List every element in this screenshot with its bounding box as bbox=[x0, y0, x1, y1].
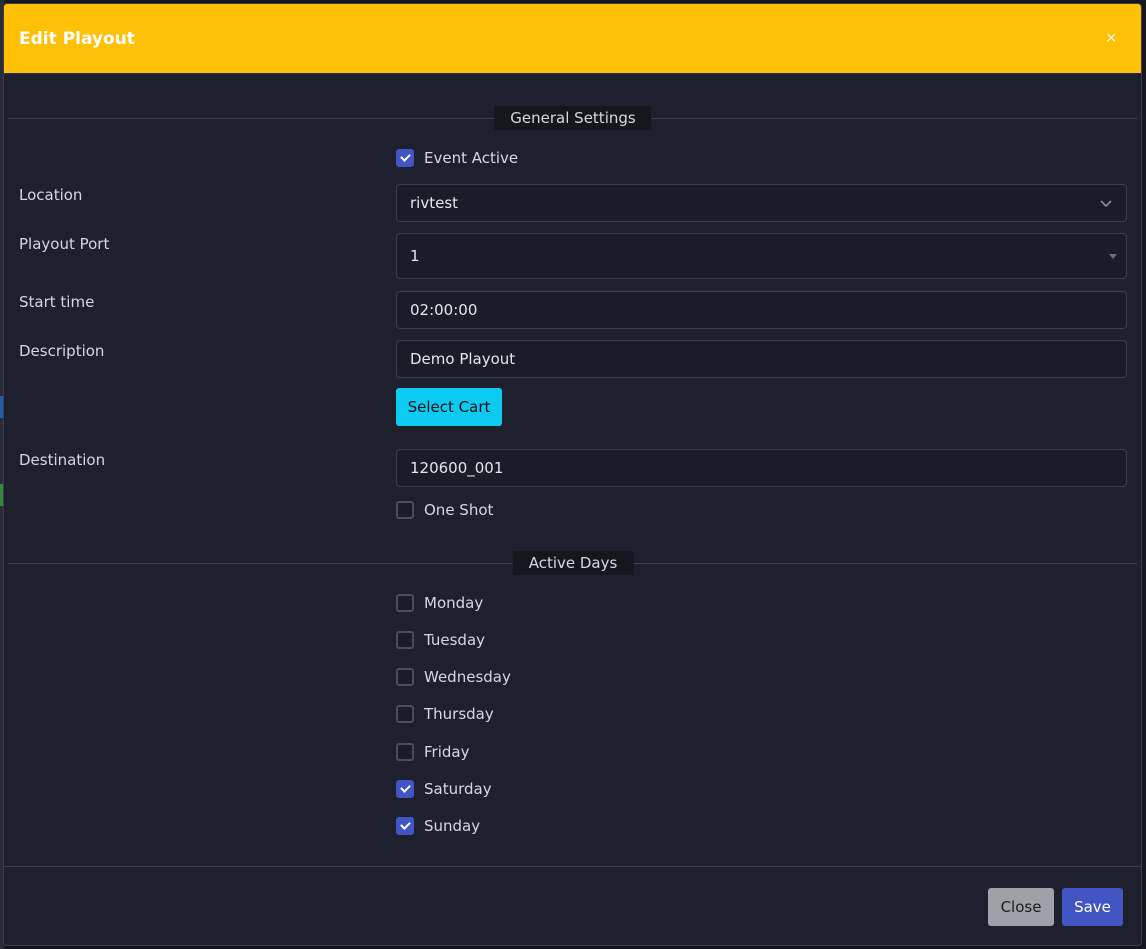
footer-divider bbox=[4, 866, 1141, 867]
day-checkbox[interactable] bbox=[396, 743, 414, 761]
day-row-monday[interactable]: Monday bbox=[396, 593, 483, 613]
day-label: Saturday bbox=[424, 780, 492, 798]
location-value: rivtest bbox=[410, 194, 459, 212]
location-select[interactable]: rivtest bbox=[396, 184, 1127, 222]
playout-port-label: Playout Port bbox=[19, 235, 110, 253]
day-label: Monday bbox=[424, 594, 484, 612]
general-settings-divider: General Settings bbox=[8, 106, 1137, 130]
day-label: Sunday bbox=[424, 817, 481, 835]
destination-label: Destination bbox=[19, 451, 106, 469]
save-button[interactable]: Save bbox=[1062, 888, 1123, 926]
modal-title: Edit Playout bbox=[19, 29, 135, 49]
day-checkbox[interactable] bbox=[396, 594, 414, 612]
destination-value: 120600_001 bbox=[410, 459, 504, 477]
close-button[interactable]: Close bbox=[988, 888, 1054, 926]
event-active-checkbox[interactable] bbox=[396, 149, 414, 167]
general-settings-legend: General Settings bbox=[494, 106, 652, 130]
edit-playout-modal: Edit Playout × General Settings Event Ac… bbox=[3, 3, 1142, 946]
start-time-label: Start time bbox=[19, 293, 95, 311]
location-label: Location bbox=[19, 186, 83, 204]
destination-input[interactable]: 120600_001 bbox=[396, 449, 1127, 487]
day-label: Friday bbox=[424, 743, 470, 761]
one-shot-label: One Shot bbox=[424, 501, 494, 519]
one-shot-row[interactable]: One Shot bbox=[396, 500, 493, 520]
description-label: Description bbox=[19, 342, 105, 360]
day-row-friday[interactable]: Friday bbox=[396, 742, 469, 762]
description-input[interactable]: Demo Playout bbox=[396, 340, 1127, 378]
playout-port-select[interactable]: 1 bbox=[396, 233, 1127, 279]
day-label: Thursday bbox=[424, 705, 494, 723]
caret-down-icon bbox=[1109, 253, 1117, 259]
day-checkbox[interactable] bbox=[396, 705, 414, 723]
chevron-down-icon bbox=[1100, 200, 1112, 208]
day-checkbox[interactable] bbox=[396, 631, 414, 649]
day-label: Tuesday bbox=[424, 631, 486, 649]
event-active-row[interactable]: Event Active bbox=[396, 148, 518, 168]
active-days-divider: Active Days bbox=[8, 551, 1137, 575]
start-time-value: 02:00:00 bbox=[410, 301, 478, 319]
day-row-wednesday[interactable]: Wednesday bbox=[396, 667, 511, 687]
day-row-saturday[interactable]: Saturday bbox=[396, 779, 492, 799]
day-row-thursday[interactable]: Thursday bbox=[396, 704, 494, 724]
description-value: Demo Playout bbox=[410, 350, 516, 368]
select-cart-button[interactable]: Select Cart bbox=[396, 388, 502, 426]
day-checkbox[interactable] bbox=[396, 668, 414, 686]
playout-port-value: 1 bbox=[410, 247, 420, 265]
one-shot-checkbox[interactable] bbox=[396, 501, 414, 519]
modal-header: Edit Playout × bbox=[4, 4, 1141, 74]
day-label: Wednesday bbox=[424, 668, 511, 686]
day-row-sunday[interactable]: Sunday bbox=[396, 816, 480, 836]
day-row-tuesday[interactable]: Tuesday bbox=[396, 630, 485, 650]
close-icon[interactable]: × bbox=[1105, 30, 1117, 46]
day-checkbox[interactable] bbox=[396, 817, 414, 835]
event-active-label: Event Active bbox=[424, 149, 519, 167]
day-checkbox[interactable] bbox=[396, 780, 414, 798]
active-days-legend: Active Days bbox=[512, 551, 634, 575]
start-time-input[interactable]: 02:00:00 bbox=[396, 291, 1127, 329]
